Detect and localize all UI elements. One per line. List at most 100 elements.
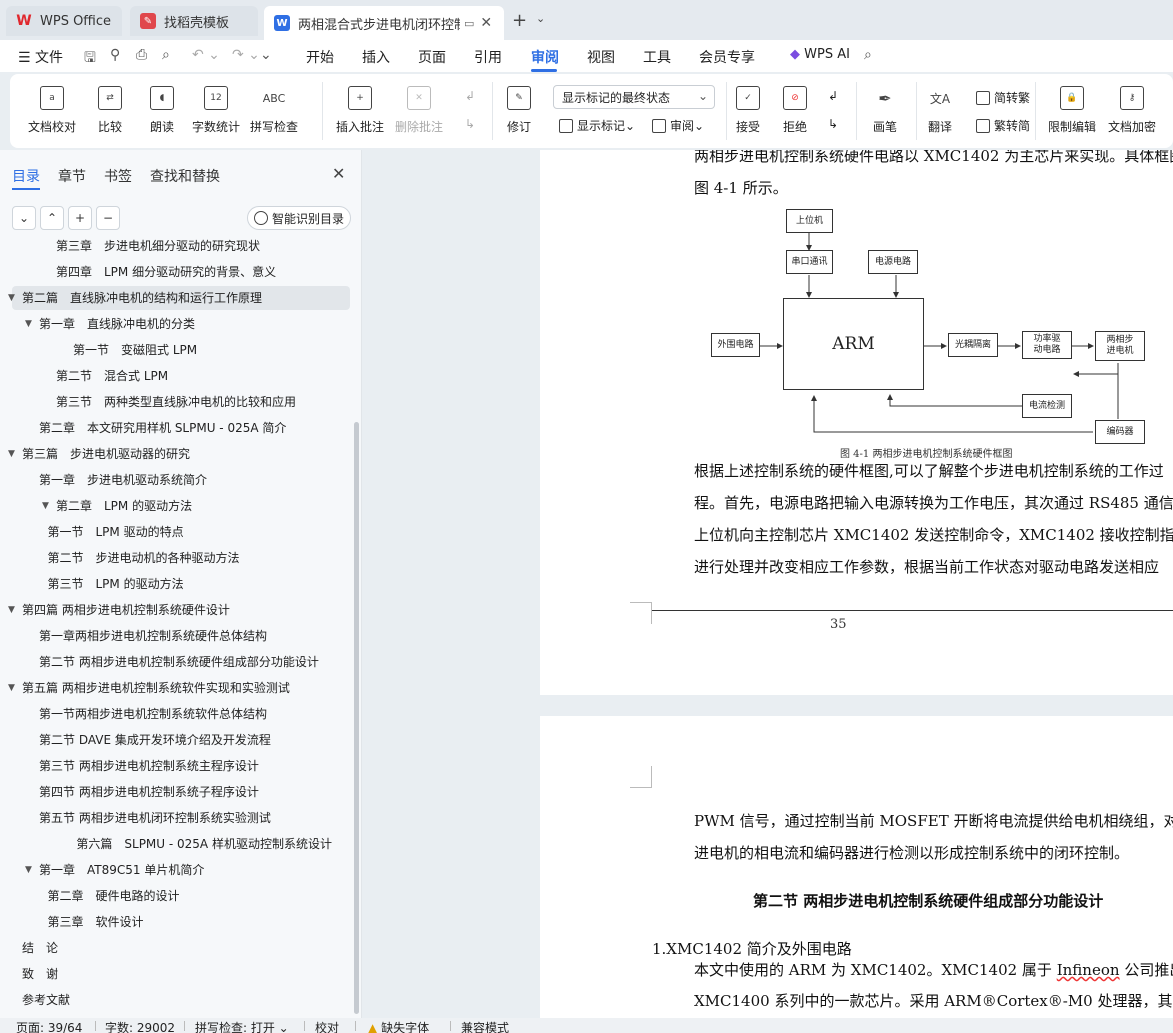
restrict-edit-button[interactable]: 🔒 限制编辑 [1048,74,1096,135]
accept-button[interactable]: ✓ 接受 [736,74,760,135]
save-icon[interactable]: 🖫 [84,47,96,71]
traditional-to-simplified-button[interactable]: 繁转简 [976,117,1030,134]
proofread-status[interactable]: 校对 [315,1019,339,1033]
spell-check-button[interactable]: ABC 拼写检查 [250,74,298,135]
expand-caret-icon[interactable]: ▼ [8,676,15,700]
toc-item[interactable]: 第一节 LPM 驱动的特点 [48,520,347,544]
next-change-icon[interactable]: ↳ [828,117,838,131]
new-tab-icon[interactable]: + [512,10,527,31]
tab-toc[interactable]: 目录 [12,166,40,186]
toc-item[interactable]: 第三节 两种类型直线脉冲电机的比较和应用 [56,390,346,414]
expand-caret-icon[interactable]: ▼ [25,858,32,882]
toc-item[interactable]: 第二章 硬件电路的设计 [48,884,347,908]
doc-encrypt-button[interactable]: ⚷ 文档加密 [1108,74,1156,135]
revise-button[interactable]: ✎ 修订 [507,74,531,135]
chevron-down-icon[interactable]: ⌄ [536,12,545,25]
missing-font-status[interactable]: ▲ 缺失字体 [368,1019,429,1033]
compare-button[interactable]: ⇄ 比较 [98,74,122,135]
print-icon[interactable]: ⎙ [136,47,147,63]
toc-item[interactable]: 第二节 步进电动机的各种驱动方法 [48,546,347,570]
spell-check-status[interactable]: 拼写检查: 打开 ⌄ [195,1019,289,1033]
menu-tools[interactable]: 工具 [643,47,671,67]
expand-caret-icon[interactable]: ▼ [25,312,32,336]
previous-comment-icon[interactable]: ↲ [465,89,475,103]
expand-caret-icon[interactable]: ▼ [8,598,15,622]
toc-item[interactable]: 第三章 软件设计 [48,910,347,934]
wps-ai-button[interactable]: ◆ WPS AI [790,47,850,62]
expand-caret-icon[interactable]: ▼ [8,286,15,310]
previous-change-icon[interactable]: ↲ [828,89,838,103]
doc-check-button[interactable]: a 文档校对 [28,74,76,135]
menu-file[interactable]: ☰ 文件 [18,47,63,67]
translate-button[interactable]: 文A 翻译 [928,74,952,135]
page-indicator[interactable]: 页面: 39/64 [16,1019,82,1033]
menu-insert[interactable]: 插入 [362,47,390,67]
next-comment-icon[interactable]: ↳ [465,117,475,131]
add-heading-button[interactable]: + [68,206,92,230]
toc-item[interactable]: 第四节 两相步进电机控制系统子程序设计 [39,780,346,804]
spellcheck-flagged-word[interactable]: Infineon [1057,961,1120,979]
toc-item[interactable]: 第二章 LPM 的驱动方法 [56,494,346,518]
toc-item[interactable]: 第一章两相步进电机控制系统硬件总体结构 [39,624,346,648]
toc-item[interactable]: 第五节 两相步进电机闭环控制系统实验测试 [39,806,346,830]
monitor-icon[interactable]: ▭ [464,17,474,30]
simplified-to-traditional-button[interactable]: 简转繁 [976,89,1030,106]
pen-button[interactable]: ✒ 画笔 [873,74,897,135]
toc-item[interactable]: 结 论 [22,936,346,960]
tab-wps-office[interactable]: W WPS Office [6,6,122,36]
toc-item[interactable]: 第二节 DAVE 集成开发环境介绍及开发流程 [39,728,346,752]
toc-item[interactable]: 参考文献 [22,988,346,1012]
toc-item[interactable]: 第三节 LPM 的驱动方法 [48,572,347,596]
toc-item[interactable]: 第一章 直线脉冲电机的分类 [39,312,346,336]
toc-item[interactable]: 第三章 步进电机细分驱动的研究现状 [56,234,346,258]
redo-icon[interactable]: ↷ ⌄ [232,47,260,63]
toc-item[interactable]: 第二节 两相步进电机控制系统硬件组成部分功能设计 [39,650,346,674]
toc-item[interactable]: 第四篇 两相步进电机控制系统硬件设计 [22,598,346,622]
menu-member[interactable]: 会员专享 [699,47,755,67]
expand-caret-icon[interactable]: ▼ [8,442,15,466]
toc-item[interactable]: 第一节 变磁阻式 LPM [73,338,346,362]
menu-reference[interactable]: 引用 [474,47,502,67]
reject-button[interactable]: ⊘ 拒绝 [783,74,807,135]
read-aloud-button[interactable]: ◖ 朗读 [150,74,174,135]
collapse-all-button[interactable]: ⌄ [12,206,36,230]
word-count-button[interactable]: 12 字数统计 [192,74,240,135]
tab-sections[interactable]: 章节 [58,166,86,186]
toc-item[interactable]: 第一节两相步进电机控制系统软件总体结构 [39,702,346,726]
tab-find-replace[interactable]: 查找和替换 [150,166,220,186]
tab-current-document[interactable]: W 两相混合式步进电机闭环控制器 ▭ ✕ [264,6,504,40]
expand-caret-icon[interactable]: ▼ [42,494,49,518]
toc-item[interactable]: 第二节 混合式 LPM [56,364,346,388]
menu-page[interactable]: 页面 [418,47,446,67]
more-chevron-icon[interactable]: ⌄ [260,47,272,63]
close-icon[interactable]: ✕ [332,164,345,183]
print-preview-icon[interactable]: ⌕ [162,47,170,63]
toc-scrollbar[interactable] [354,422,359,1014]
toc-item[interactable]: 第六篇 SLPMU - 025A 样机驱动控制系统设计 [76,832,346,856]
toc-item[interactable]: 第二章 本文研究用样机 SLPMU - 025A 简介 [39,416,346,440]
menu-start[interactable]: 开始 [306,47,334,67]
undo-icon[interactable]: ↶ ⌄ [192,47,220,63]
smart-toc-button[interactable]: 智能识别目录 [247,206,351,230]
expand-up-button[interactable]: ⌃ [40,206,64,230]
word-count-indicator[interactable]: 字数: 29002 [105,1019,175,1033]
menu-review[interactable]: 审阅 [531,47,559,67]
tab-docer-templates[interactable]: ✎ 找稻壳模板 [130,6,258,36]
search-icon[interactable]: ⌕ [864,47,872,63]
tab-bookmarks[interactable]: 书签 [104,166,132,186]
toc-item[interactable]: 第三节 两相步进电机控制系统主程序设计 [39,754,346,778]
toc-item[interactable]: 第一章 AT89C51 单片机简介 [39,858,346,882]
toc-item[interactable]: 第二篇 直线脉冲电机的结构和运行工作原理 [22,286,346,310]
toc-item[interactable]: 致 谢 [22,962,346,986]
share-icon[interactable]: ⚲ [110,47,120,63]
insert-comment-button[interactable]: + 插入批注 [336,74,384,135]
menu-view[interactable]: 视图 [587,47,615,67]
toc-item[interactable]: 第四章 LPM 细分驱动研究的背景、意义 [56,260,346,284]
toc-item[interactable]: 第五篇 两相步进电机控制系统软件实现和实验测试 [22,676,346,700]
remove-heading-button[interactable]: − [96,206,120,230]
review-pane-button[interactable]: 审阅 ⌄ [652,117,704,134]
toc-item[interactable]: 第一章 步进电机驱动系统简介 [39,468,346,492]
toc-item[interactable]: 第三篇 步进电机驱动器的研究 [22,442,346,466]
close-tab-icon[interactable]: ✕ [480,15,492,31]
delete-comment-button[interactable]: ✕ 删除批注 [395,74,443,135]
